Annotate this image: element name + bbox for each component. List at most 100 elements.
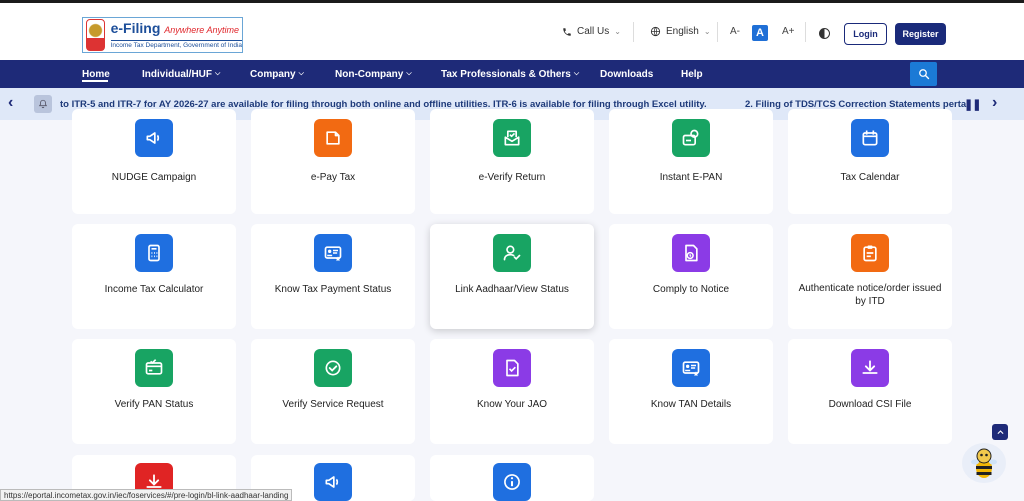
- logo-title: e-Filing: [110, 20, 161, 36]
- card-label: Link Aadhaar/View Status: [455, 284, 569, 295]
- quick-link-card[interactable]: Tax Calendar: [788, 109, 952, 214]
- nav-label: Non-Company: [335, 68, 404, 80]
- font-increase-button[interactable]: A+: [782, 3, 795, 60]
- divider: [717, 22, 718, 42]
- call-us-label: Call Us: [577, 26, 610, 37]
- nav-home[interactable]: Home: [82, 60, 110, 88]
- calculator-icon: [135, 234, 173, 272]
- nav-downloads[interactable]: Downloads: [600, 60, 653, 88]
- nav-help[interactable]: Help: [681, 60, 703, 88]
- card-label: Comply to Notice: [652, 284, 730, 295]
- ticker-next-button[interactable]: ›: [992, 94, 997, 112]
- search-button[interactable]: [910, 62, 937, 86]
- quick-link-card[interactable]: Link Aadhaar/View Status: [430, 224, 594, 329]
- browser-status-url: https://eportal.incometax.gov.in/iec/fos…: [0, 489, 293, 501]
- quick-link-card[interactable]: Know TAN Details: [609, 339, 773, 444]
- phone-icon: [563, 27, 571, 36]
- nav-label: Tax Professionals & Others: [441, 68, 571, 80]
- divider: [805, 22, 806, 42]
- main-nav: Home Individual/HUF ⌵ Company ⌵ Non-Compan…: [0, 60, 1024, 88]
- pan-card-globe-icon: [672, 119, 710, 157]
- chatbot-bee-icon[interactable]: [962, 443, 1006, 483]
- megaphone-icon: [135, 119, 173, 157]
- register-button[interactable]: Register: [895, 23, 946, 45]
- quick-link-card[interactable]: Know Your JAO: [430, 339, 594, 444]
- quick-link-card[interactable]: Know Tax Payment Status: [251, 224, 415, 329]
- chevron-down-icon: ⌵: [406, 70, 412, 77]
- card-label: e-Verify Return: [478, 172, 546, 183]
- font-decrease-button[interactable]: A-: [730, 3, 740, 60]
- quick-link-card[interactable]: Comply to Notice: [609, 224, 773, 329]
- id-card-star-icon: [672, 349, 710, 387]
- card-label: Download CSI File: [828, 399, 912, 410]
- calendar-icon: [851, 119, 889, 157]
- card-label: NUDGE Campaign: [111, 172, 197, 183]
- font-default-button[interactable]: A: [752, 25, 768, 41]
- document-clock-icon: [672, 234, 710, 272]
- efiling-logo[interactable]: e-Filing Anywhere Anytime Income Tax Dep…: [82, 17, 243, 53]
- quick-link-card[interactable]: Authenticate notice/order issued by ITD: [788, 224, 952, 329]
- card-label: Know Tax Payment Status: [274, 284, 392, 295]
- nav-label: Downloads: [600, 68, 654, 80]
- nav-tax-professionals[interactable]: Tax Professionals & Others ⌵: [441, 60, 579, 88]
- card-label: Authenticate notice/order issued by ITD: [798, 283, 942, 307]
- quick-link-card[interactable]: e-Pay Tax: [251, 109, 415, 214]
- bell-icon: [34, 95, 52, 113]
- megaphone-icon: [314, 463, 352, 501]
- language-label: English: [666, 26, 699, 37]
- emblem-icon: [86, 19, 105, 51]
- contrast-icon[interactable]: [819, 28, 830, 39]
- site-header: e-Filing Anywhere Anytime Income Tax Dep…: [0, 3, 1024, 60]
- quick-link-card[interactable]: Verify Service Request: [251, 339, 415, 444]
- logo-tagline: Anywhere Anytime: [164, 25, 239, 35]
- id-card-star-icon: [314, 234, 352, 272]
- card-label: Verify PAN Status: [114, 399, 194, 410]
- quick-link-card[interactable]: NUDGE Campaign: [72, 109, 236, 214]
- language-dropdown[interactable]: English ⌄: [650, 3, 711, 60]
- chevron-up-icon: [996, 429, 1004, 434]
- card-check-icon: [135, 349, 173, 387]
- globe-icon: [650, 26, 661, 37]
- card-label: Know TAN Details: [650, 399, 732, 410]
- card-label: Tax Calendar: [840, 172, 900, 183]
- card-label: e-Pay Tax: [310, 172, 356, 183]
- quick-link-card[interactable]: Verify PAN Status: [72, 339, 236, 444]
- scroll-to-top-button[interactable]: [992, 424, 1008, 440]
- card-label: Instant E-PAN: [659, 172, 723, 183]
- nav-label: Company: [250, 68, 296, 80]
- document-check-icon: [493, 349, 531, 387]
- card-label: Income Tax Calculator: [104, 284, 204, 295]
- search-icon: [918, 69, 929, 80]
- chevron-down-icon: ⌄: [703, 27, 711, 36]
- card-label: Verify Service Request: [282, 399, 384, 410]
- nav-label: Individual/HUF: [142, 68, 212, 80]
- ticker-prev-button[interactable]: ‹: [8, 94, 13, 112]
- nav-individual-huf[interactable]: Individual/HUF ⌵: [142, 60, 220, 88]
- quick-link-card[interactable]: Income Tax Calculator: [72, 224, 236, 329]
- badge-check-icon: [314, 349, 352, 387]
- nav-label: Home: [82, 68, 110, 80]
- call-us-dropdown[interactable]: Call Us ⌄: [562, 3, 621, 60]
- user-check-icon: [493, 234, 531, 272]
- chevron-down-icon: ⌵: [573, 70, 580, 77]
- chevron-down-icon: ⌄: [614, 27, 621, 36]
- envelope-check-icon: [493, 119, 531, 157]
- wallet-icon: [314, 119, 352, 157]
- quick-link-card[interactable]: [430, 455, 594, 501]
- ticker-pause-button[interactable]: ❚❚: [964, 98, 981, 111]
- active-tab-indicator: [82, 80, 108, 82]
- nav-label: Help: [681, 68, 703, 80]
- download-icon: [851, 349, 889, 387]
- chevron-down-icon: ⌵: [215, 70, 221, 77]
- divider: [633, 22, 634, 42]
- logo-subtitle: Income Tax Department, Government of Ind…: [110, 40, 242, 49]
- info-icon: [493, 463, 531, 501]
- quick-link-card[interactable]: Download CSI File: [788, 339, 952, 444]
- nav-non-company[interactable]: Non-Company ⌵: [335, 60, 412, 88]
- chevron-down-icon: ⌵: [298, 70, 304, 77]
- quick-link-card[interactable]: e-Verify Return: [430, 109, 594, 214]
- nav-company[interactable]: Company ⌵: [250, 60, 304, 88]
- quick-link-card[interactable]: Instant E-PAN: [609, 109, 773, 214]
- card-label: Know Your JAO: [476, 399, 548, 410]
- login-button[interactable]: Login: [844, 23, 887, 45]
